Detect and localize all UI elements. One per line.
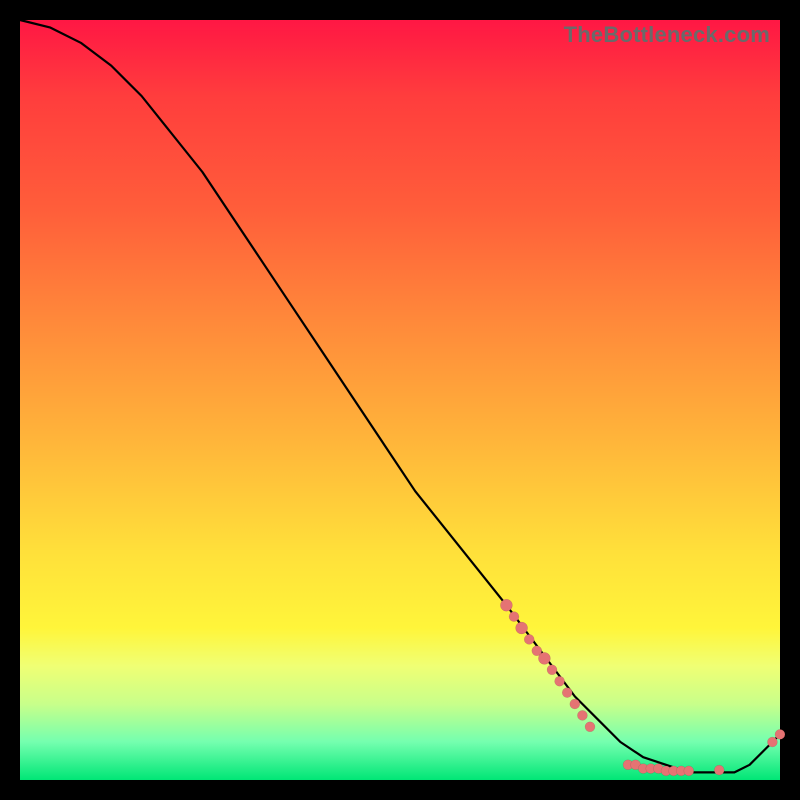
data-point xyxy=(516,622,528,634)
chart-svg xyxy=(20,20,780,780)
chart-container: TheBottleneck.com xyxy=(0,0,800,800)
plot-area: TheBottleneck.com xyxy=(20,20,780,780)
data-point xyxy=(547,665,557,675)
data-point xyxy=(555,676,565,686)
data-point xyxy=(775,729,785,739)
data-point xyxy=(538,652,550,664)
line-series xyxy=(20,20,780,772)
data-point xyxy=(570,699,580,709)
data-point xyxy=(500,599,512,611)
data-point xyxy=(509,612,519,622)
scatter-points xyxy=(500,599,785,776)
data-point xyxy=(585,722,595,732)
data-point xyxy=(577,710,587,720)
data-point xyxy=(714,765,724,775)
data-point xyxy=(524,634,534,644)
data-point xyxy=(684,766,694,776)
data-point xyxy=(767,737,777,747)
data-point xyxy=(562,688,572,698)
